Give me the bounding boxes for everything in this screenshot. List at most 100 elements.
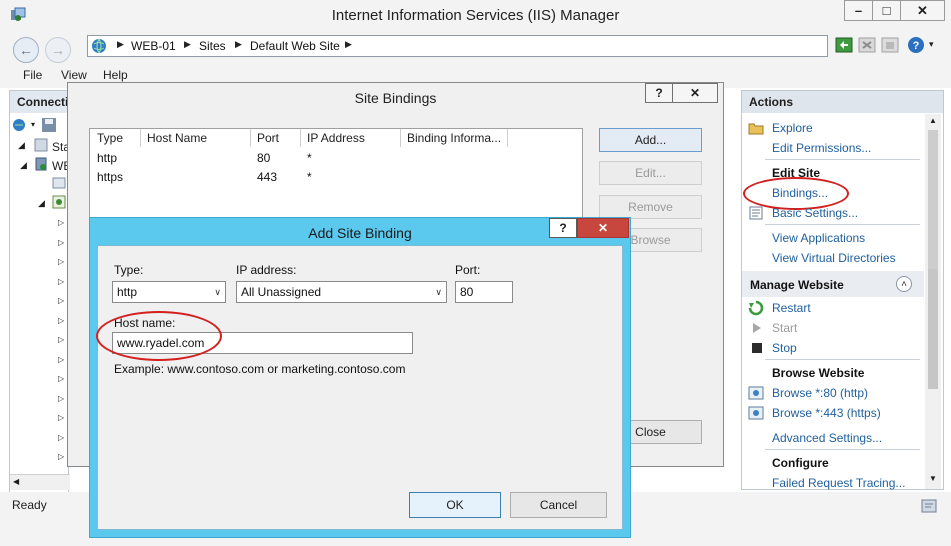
maximize-button[interactable]: □: [872, 0, 901, 21]
tree-expander-icon[interactable]: ▷: [58, 447, 66, 467]
server-icon: [34, 157, 48, 171]
breadcrumb-item-sites[interactable]: Sites: [199, 39, 226, 53]
type-select-value: http: [117, 285, 138, 299]
menu-view[interactable]: View: [61, 68, 87, 82]
column-header-ip-address[interactable]: IP Address: [307, 131, 365, 145]
scroll-left-icon[interactable]: ◀: [13, 477, 19, 486]
action-failed-request-tracing[interactable]: Failed Request Tracing...: [772, 476, 905, 490]
minimize-button[interactable]: –: [844, 0, 873, 21]
column-header-type[interactable]: Type: [97, 131, 123, 145]
restart-icon: [748, 300, 764, 316]
tree-expander-icon[interactable]: ▷: [58, 350, 66, 370]
add-binding-close-button[interactable]: ✕: [577, 218, 629, 238]
action-view-virtual-directories[interactable]: View Virtual Directories: [772, 251, 896, 265]
chevron-down-icon[interactable]: ▾: [929, 39, 934, 50]
chevron-down-icon[interactable]: ∨: [214, 287, 221, 298]
start-page-icon: [34, 138, 48, 152]
ip-address-label: IP address:: [236, 263, 297, 277]
column-divider: [507, 129, 508, 147]
tree-expander-icon[interactable]: ▷: [58, 428, 66, 448]
divider: [765, 449, 920, 450]
connect-icon[interactable]: [12, 117, 30, 133]
tree-expander-icon[interactable]: ▷: [58, 330, 66, 350]
tree-expander-icon[interactable]: ▷: [58, 311, 66, 331]
chevron-down-icon[interactable]: ▾: [31, 120, 35, 129]
tree-expander-icon[interactable]: ◢: [38, 198, 45, 209]
cell-type: https: [97, 170, 124, 184]
scrollbar-thumb[interactable]: [928, 130, 938, 280]
site-bindings-help-button[interactable]: ?: [645, 83, 673, 103]
tree-branch-expanders: ▷ ▷ ▷ ▷ ▷ ▷ ▷ ▷ ▷ ▷ ▷ ▷ ▷: [58, 213, 66, 467]
cell-port: 80: [257, 151, 271, 165]
start-icon: [750, 321, 764, 335]
add-binding-button[interactable]: Add...: [599, 128, 702, 152]
column-header-port[interactable]: Port: [257, 131, 279, 145]
cell-ip: *: [307, 151, 312, 165]
help-icon[interactable]: ?: [907, 36, 925, 54]
refresh-icon[interactable]: [835, 36, 853, 54]
action-stop[interactable]: Stop: [772, 341, 797, 355]
column-divider: [300, 129, 301, 147]
connections-header: Connecti: [10, 91, 70, 113]
menu-help[interactable]: Help: [103, 68, 128, 82]
action-view-applications[interactable]: View Applications: [772, 231, 865, 245]
site-bindings-close-button[interactable]: ✕: [672, 83, 718, 103]
cancel-button[interactable]: Cancel: [510, 492, 607, 518]
breadcrumb-item-default-web-site[interactable]: Default Web Site: [250, 39, 340, 53]
scroll-up-icon[interactable]: ▲: [929, 116, 937, 125]
divider: [765, 224, 920, 225]
action-explore[interactable]: Explore: [772, 121, 813, 135]
menu-file[interactable]: File: [23, 68, 42, 82]
ip-address-select[interactable]: All Unassigned ∨: [236, 281, 447, 303]
tree-expander-icon[interactable]: ▷: [58, 369, 66, 389]
scroll-down-icon[interactable]: ▼: [929, 474, 937, 483]
stop-navigation-icon[interactable]: [858, 36, 876, 54]
action-start: Start: [772, 321, 798, 335]
save-icon[interactable]: [41, 117, 57, 133]
table-row[interactable]: http 80 *: [90, 148, 582, 167]
forward-button[interactable]: →: [45, 37, 71, 63]
browse-http-icon: [748, 385, 764, 401]
column-header-host-name[interactable]: Host Name: [147, 131, 207, 145]
basic-settings-icon: [748, 205, 764, 221]
actions-header: Actions: [742, 91, 943, 113]
connections-h-scrollbar[interactable]: ◀: [10, 474, 70, 490]
action-basic-settings[interactable]: Basic Settings...: [772, 206, 858, 220]
chevron-down-icon[interactable]: ∨: [435, 287, 442, 298]
breadcrumb-separator: ▶: [184, 39, 191, 49]
action-browse-443[interactable]: Browse *:443 (https): [772, 406, 881, 420]
port-input[interactable]: 80: [455, 281, 513, 303]
action-edit-permissions[interactable]: Edit Permissions...: [772, 141, 871, 155]
add-binding-help-button[interactable]: ?: [549, 218, 577, 238]
breadcrumb-item-web01[interactable]: WEB-01: [131, 39, 176, 53]
tree-expander-icon[interactable]: ◢: [18, 140, 25, 151]
column-divider: [400, 129, 401, 147]
back-button[interactable]: ←: [13, 37, 39, 63]
tree-expander-icon[interactable]: ◢: [20, 160, 27, 171]
type-select[interactable]: http ∨: [112, 281, 226, 303]
ip-address-value: All Unassigned: [241, 285, 322, 299]
tree-expander-icon[interactable]: ▷: [58, 233, 66, 253]
tree-expander-icon[interactable]: ▷: [58, 291, 66, 311]
breadcrumb-separator: ▶: [235, 39, 242, 49]
actions-v-scrollbar[interactable]: ▲ ▼: [925, 114, 941, 489]
tree-expander-icon[interactable]: ▷: [58, 213, 66, 233]
table-row[interactable]: https 443 *: [90, 167, 582, 186]
home-icon[interactable]: [881, 36, 899, 54]
column-divider: [140, 129, 141, 147]
action-restart[interactable]: Restart: [772, 301, 811, 315]
window-close-button[interactable]: ✕: [900, 0, 945, 21]
tree-expander-icon[interactable]: ▷: [58, 389, 66, 409]
tree-expander-icon[interactable]: ▷: [58, 272, 66, 292]
action-browse-80[interactable]: Browse *:80 (http): [772, 386, 868, 400]
tree-expander-icon[interactable]: ▷: [58, 408, 66, 428]
collapse-section-button[interactable]: ˄: [896, 276, 912, 292]
ok-button[interactable]: OK: [409, 492, 501, 518]
browse-https-icon: [748, 405, 764, 421]
tree-expander-icon[interactable]: ▷: [58, 252, 66, 272]
column-header-binding-information[interactable]: Binding Informa...: [407, 131, 501, 145]
site-bindings-title: Site Bindings: [354, 90, 437, 106]
action-advanced-settings[interactable]: Advanced Settings...: [772, 431, 882, 445]
browse-website-header: Browse Website: [772, 366, 865, 380]
edit-binding-button: Edit...: [599, 161, 702, 185]
